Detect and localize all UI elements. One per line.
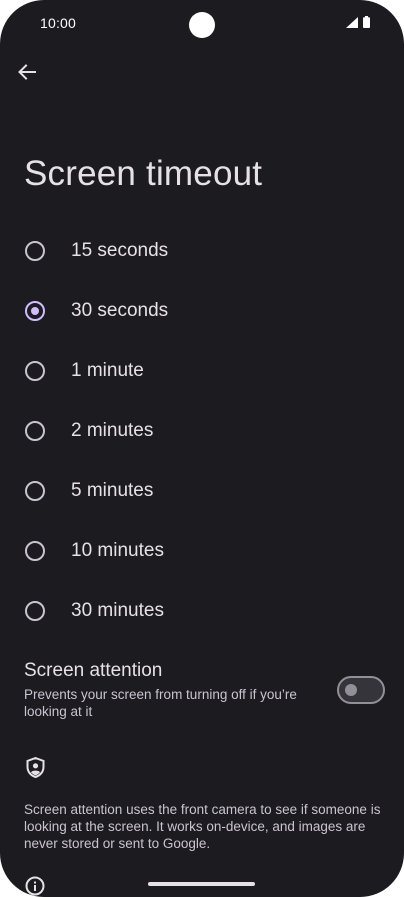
privacy-info-text: Screen attention uses the front camera t… <box>24 802 381 851</box>
radio-label: 5 minutes <box>71 480 154 501</box>
radio-label: 10 minutes <box>71 540 164 561</box>
timeout-radio-list: 15 seconds 30 seconds 1 minute 2 minutes… <box>0 221 404 641</box>
status-bar: 10:00 <box>0 0 404 48</box>
toggle-thumb <box>345 684 357 696</box>
screen-attention-title: Screen attention <box>24 660 163 681</box>
radio-option-5-minutes[interactable]: 5 minutes <box>0 461 404 521</box>
front-camera-cutout <box>189 12 215 38</box>
back-button[interactable] <box>11 58 43 90</box>
radio-button[interactable] <box>25 601 45 621</box>
radio-option-30-minutes[interactable]: 30 minutes <box>0 581 404 641</box>
radio-button[interactable] <box>25 361 45 381</box>
radio-label: 2 minutes <box>71 420 154 441</box>
screen-attention-subtitle: Prevents your screen from turning off if… <box>24 687 297 719</box>
battery-icon <box>363 16 370 28</box>
gesture-navigation-bar[interactable] <box>148 882 255 886</box>
status-time: 10:00 <box>40 15 77 31</box>
screen-attention-setting[interactable]: Screen attention Prevents your screen fr… <box>24 660 324 720</box>
info-icon <box>25 876 45 896</box>
radio-label: 30 minutes <box>71 600 164 621</box>
status-icons <box>346 16 370 28</box>
radio-option-2-minutes[interactable]: 2 minutes <box>0 401 404 461</box>
signal-icon <box>346 16 358 28</box>
radio-button[interactable] <box>25 481 45 501</box>
radio-button[interactable] <box>25 421 45 441</box>
radio-option-30-seconds[interactable]: 30 seconds <box>0 281 404 341</box>
radio-button[interactable] <box>25 541 45 561</box>
phone-screen: 10:00 Screen timeout 15 seconds 30 secon… <box>0 0 404 897</box>
radio-label: 1 minute <box>71 360 144 381</box>
shield-person-icon <box>26 757 45 778</box>
page-title: Screen timeout <box>24 154 263 193</box>
radio-option-1-minute[interactable]: 1 minute <box>0 341 404 401</box>
screen-attention-toggle[interactable] <box>337 676 385 704</box>
radio-option-15-seconds[interactable]: 15 seconds <box>0 221 404 281</box>
radio-label: 30 seconds <box>71 300 169 321</box>
radio-label: 15 seconds <box>71 240 169 261</box>
radio-button-selected[interactable] <box>25 301 45 321</box>
radio-button[interactable] <box>25 241 45 261</box>
radio-option-10-minutes[interactable]: 10 minutes <box>0 521 404 581</box>
arrow-back-icon <box>18 63 36 85</box>
